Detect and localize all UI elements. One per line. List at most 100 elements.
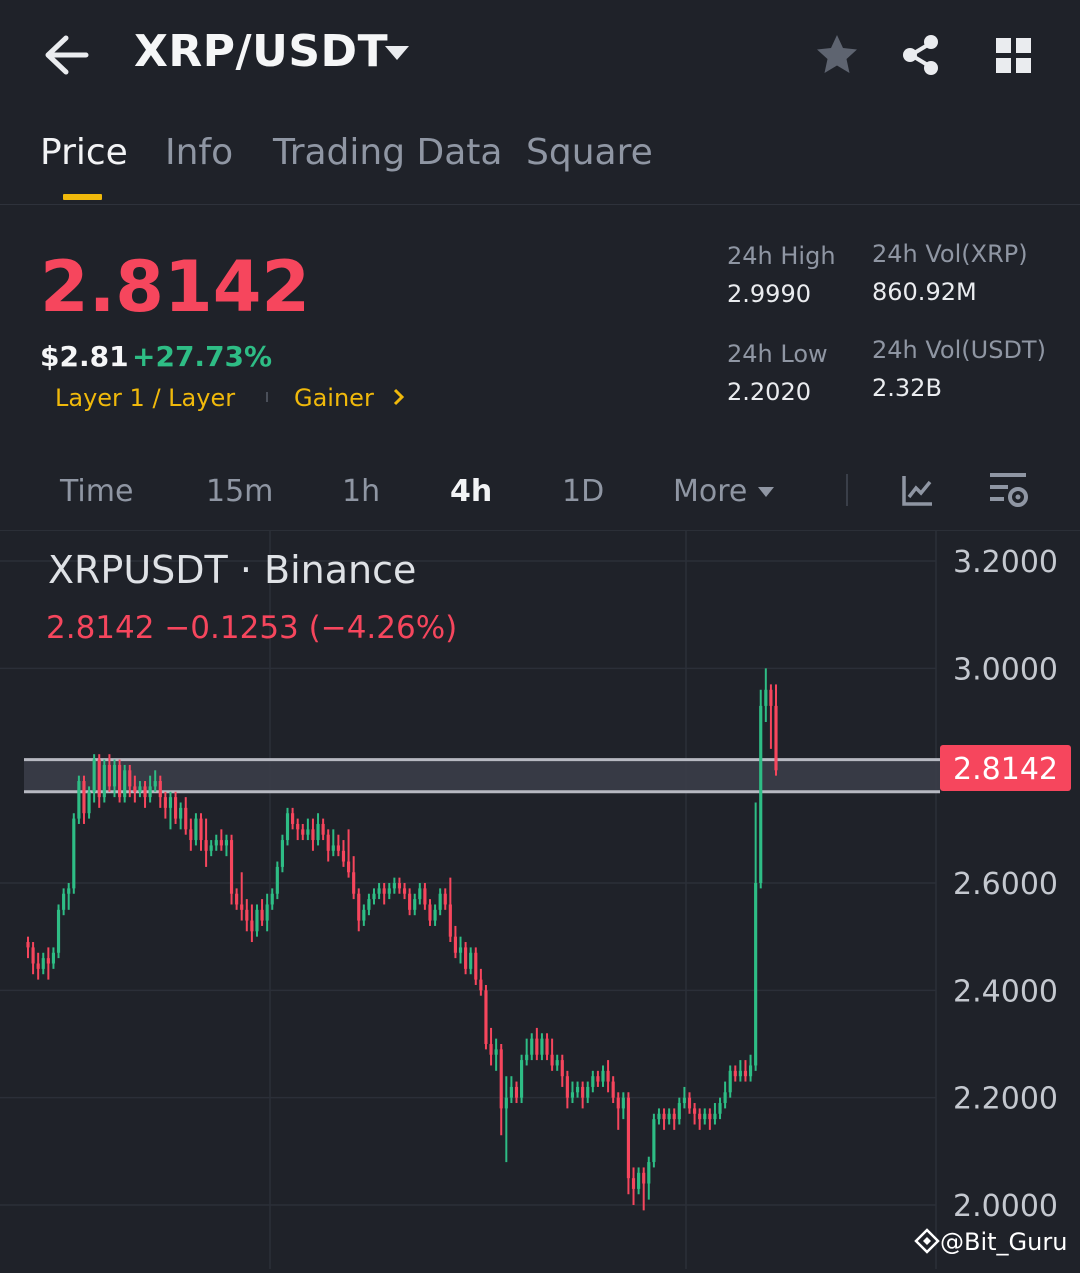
candle-body	[199, 818, 203, 841]
candle-body	[550, 1054, 554, 1066]
candle-body	[652, 1119, 656, 1163]
candle-body	[224, 840, 229, 846]
candle-body	[464, 947, 468, 969]
candle-body	[764, 689, 768, 706]
gainer-tag[interactable]: Gainer	[294, 384, 374, 412]
candle-body	[128, 770, 132, 787]
interval-15m[interactable]: 15m	[206, 474, 273, 509]
interval-1h[interactable]: 1h	[342, 474, 380, 509]
candle-body	[596, 1076, 600, 1082]
chart-title: XRPUSDT · Binance	[48, 548, 417, 592]
candle-body	[565, 1076, 569, 1098]
candle-body	[102, 764, 106, 798]
active-tab-indicator	[63, 194, 102, 200]
candle-body	[728, 1070, 732, 1093]
candle-body	[316, 823, 320, 841]
usd-price: $2.81	[40, 340, 129, 373]
chart-settings-icon[interactable]	[988, 470, 1032, 510]
caret-down-icon[interactable]	[382, 40, 412, 66]
candle-body	[311, 829, 315, 841]
candle-body	[748, 1065, 753, 1077]
tab-square[interactable]: Square	[526, 132, 653, 173]
candle-body	[346, 861, 351, 873]
candle-body	[540, 1038, 544, 1055]
last-price: 2.8142	[40, 246, 311, 328]
candle-body	[479, 979, 483, 991]
candle-body	[92, 759, 96, 792]
candle-body	[285, 813, 290, 841]
candle-body	[474, 952, 478, 980]
candle-body	[377, 888, 381, 894]
tab-price[interactable]: Price	[40, 132, 128, 173]
category-tag[interactable]: Layer 1 / Layer	[55, 384, 235, 412]
candle-body	[189, 829, 193, 841]
candle-body	[31, 947, 35, 964]
candle-body	[453, 936, 458, 953]
candle-body	[616, 1097, 620, 1109]
candle-body	[367, 899, 371, 910]
candle-body	[301, 829, 305, 835]
candle-body	[214, 840, 218, 846]
candle-body	[743, 1070, 748, 1077]
chevron-right-icon[interactable]	[392, 388, 406, 406]
candle-body	[321, 823, 325, 835]
candle-body	[77, 781, 81, 819]
interval-time[interactable]: Time	[60, 474, 133, 509]
interval-more[interactable]: More	[673, 474, 747, 509]
candle-body	[570, 1092, 575, 1098]
interval-4h[interactable]: 4h	[450, 474, 492, 509]
candle-body	[275, 866, 279, 894]
candle-body	[107, 764, 111, 787]
candle-body	[458, 947, 463, 953]
candle-body	[168, 797, 173, 808]
candle-body	[637, 1172, 641, 1189]
candle-body	[769, 689, 773, 706]
candle-body	[87, 791, 91, 814]
interval-1d[interactable]: 1D	[562, 474, 604, 509]
tab-info[interactable]: Info	[165, 132, 233, 173]
candle-body	[382, 888, 386, 894]
arrow-left-icon[interactable]	[40, 30, 94, 80]
y-tick-label: 2.4000	[953, 974, 1058, 1009]
candle-body	[255, 909, 259, 932]
caret-down-icon[interactable]	[756, 484, 776, 498]
candle-body	[413, 899, 417, 910]
tab-trading-data[interactable]: Trading Data	[273, 132, 502, 173]
candle-body	[118, 764, 122, 798]
star-icon[interactable]	[814, 32, 860, 78]
vol-base-label: 24h Vol(XRP)	[872, 240, 1028, 268]
candle-body	[352, 872, 356, 894]
candle-body	[331, 845, 335, 851]
candle-body	[575, 1086, 580, 1093]
grid-icon[interactable]	[992, 34, 1036, 78]
candle-body	[677, 1103, 681, 1120]
candle-body	[428, 904, 432, 921]
candle-body	[693, 1108, 697, 1114]
candle-body	[26, 942, 30, 948]
candle-body	[520, 1060, 524, 1098]
interval-divider	[846, 474, 848, 506]
candle-body	[209, 845, 213, 851]
tab-bar: Price Info Trading Data Square	[0, 118, 1080, 205]
candle-body	[667, 1113, 671, 1120]
indicator-icon[interactable]	[900, 472, 936, 508]
candle-body	[682, 1097, 686, 1104]
candle-body	[647, 1162, 651, 1184]
candle-body	[611, 1081, 615, 1098]
candle-body	[372, 893, 376, 900]
candle-body	[621, 1097, 625, 1109]
candle-body	[626, 1097, 631, 1179]
candle-body	[392, 883, 396, 889]
candle-body	[194, 818, 198, 841]
candle-body	[535, 1038, 539, 1055]
candle-body	[759, 705, 763, 883]
candle-body	[657, 1113, 661, 1120]
candle-body	[545, 1038, 549, 1055]
candle-body	[586, 1086, 590, 1098]
candle-body	[723, 1092, 727, 1104]
low-label: 24h Low	[727, 340, 828, 368]
candle-body	[341, 850, 346, 862]
candle-body	[525, 1054, 529, 1061]
pair-title[interactable]: XRP/USDT	[134, 26, 388, 77]
share-icon[interactable]	[898, 32, 944, 78]
